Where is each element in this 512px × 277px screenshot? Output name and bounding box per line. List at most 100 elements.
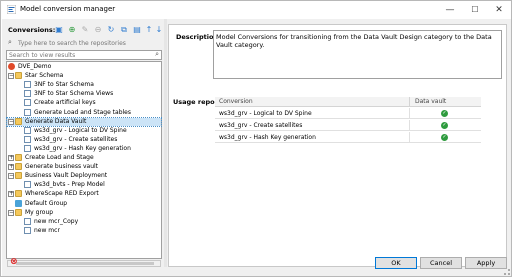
tree-item[interactable]: 3NF to Star Schema bbox=[7, 81, 161, 89]
document-icon bbox=[24, 108, 31, 116]
tree-item-label: DVE_Demo bbox=[18, 63, 52, 70]
tree-item-label: ws3d_grv - Logical to DV Spine bbox=[34, 126, 127, 134]
tree-item[interactable]: + Generate business vault bbox=[7, 163, 161, 171]
tree-item-label: new mcr_Copy bbox=[34, 217, 79, 225]
repository-search: ⌕ bbox=[6, 38, 162, 48]
document-icon bbox=[24, 144, 31, 152]
document-icon bbox=[24, 99, 31, 107]
tree-item-label: Generate Data Vault bbox=[25, 117, 87, 125]
error-icon[interactable]: ⊗ bbox=[10, 258, 19, 267]
collapse-icon[interactable]: − bbox=[8, 118, 14, 125]
tree-item[interactable]: new mcr_Copy bbox=[7, 217, 161, 226]
panel-splitter[interactable] bbox=[164, 19, 167, 267]
tree-item[interactable]: − Star Schema bbox=[7, 72, 161, 80]
tree-horizontal-scrollbar[interactable] bbox=[7, 260, 161, 267]
tree-item[interactable]: 3NF to Star Schema Views bbox=[7, 90, 161, 98]
new-icon[interactable]: ▣ bbox=[54, 25, 64, 35]
collapse-icon[interactable]: − bbox=[8, 173, 14, 180]
document-icon bbox=[24, 90, 31, 98]
conversion-tree: DVE_Demo − Star Schema 3NF to Star Schema 3N… bbox=[6, 61, 162, 259]
tree-item[interactable]: − Generate Data Vault bbox=[6, 116, 162, 127]
expand-icon[interactable]: + bbox=[8, 155, 14, 161]
model-conversion-manager-window: Model conversion manager — ☐ ✕ Conversio… bbox=[0, 0, 512, 277]
expand-icon[interactable]: + bbox=[8, 191, 14, 198]
edit-icon[interactable]: ✎ bbox=[80, 25, 90, 35]
column-header-data-vault[interactable]: Data vault bbox=[415, 98, 446, 105]
tree-item-label: ws3d_grv - Create satellites bbox=[34, 135, 118, 143]
document-icon bbox=[24, 135, 31, 143]
description-field[interactable]: Model Conversions for transitioning from… bbox=[213, 30, 502, 79]
tree-item[interactable]: + Create Load and Stage bbox=[7, 154, 161, 162]
table-row[interactable]: ws3d_grv - Create satellites ✓ bbox=[215, 120, 481, 131]
tree-item[interactable]: Generate Load and Stage tables bbox=[7, 108, 161, 117]
minimize-button[interactable]: — bbox=[437, 3, 463, 17]
results-search: ⌕ bbox=[6, 50, 162, 60]
check-icon: ✓ bbox=[441, 110, 448, 117]
tree-item[interactable]: ws3d_grv - Hash Key generation bbox=[7, 144, 161, 153]
document-icon bbox=[24, 181, 31, 189]
cancel-button[interactable]: Cancel bbox=[420, 257, 462, 269]
refresh-icon[interactable]: ↻ bbox=[106, 25, 116, 35]
dialog-body: Conversions: ▣ ⊕ ✎ ⊖ ↻ ⧉ ▤ ↑ ↓ ⌕ ⌕ DVE_D… bbox=[2, 19, 511, 276]
save-icon[interactable]: ▤ bbox=[132, 25, 142, 35]
tree-item[interactable]: − Business Vault Deployment bbox=[7, 172, 161, 180]
document-icon bbox=[24, 217, 31, 225]
tree-item-label: ws3d_grv - Hash Key generation bbox=[34, 144, 131, 152]
scrollbar-thumb[interactable] bbox=[16, 262, 154, 265]
collapse-icon[interactable]: − bbox=[8, 209, 14, 216]
apply-button[interactable]: Apply bbox=[465, 257, 507, 269]
tree-item-label: WhereScape RED Export bbox=[25, 190, 99, 198]
conversions-label: Conversions: bbox=[8, 26, 56, 34]
folder-icon bbox=[15, 190, 22, 198]
tree-item[interactable]: DVE_Demo bbox=[7, 63, 161, 71]
table-row[interactable]: ws3d_grv - Logical to DV Spine ✓ bbox=[215, 108, 481, 119]
add-icon[interactable]: ⊕ bbox=[67, 25, 77, 35]
group-icon bbox=[15, 199, 22, 207]
folder-icon bbox=[15, 208, 22, 216]
column-divider bbox=[409, 120, 410, 131]
table-row[interactable]: ws3d_grv - Hash Key generation ✓ bbox=[215, 132, 481, 143]
tree-item[interactable]: Default Group bbox=[7, 199, 161, 208]
close-button[interactable]: ✕ bbox=[486, 3, 512, 17]
repository-icon bbox=[8, 63, 15, 70]
tree-item[interactable]: new mcr bbox=[7, 226, 161, 235]
window-title: Model conversion manager bbox=[20, 5, 116, 13]
tree-item-label: Generate business vault bbox=[25, 163, 99, 171]
document-icon bbox=[24, 126, 31, 134]
tree-item-label: Create Load and Stage bbox=[25, 154, 94, 161]
document-icon bbox=[24, 81, 31, 89]
tree-item[interactable]: − My group bbox=[7, 208, 161, 217]
repository-search-input[interactable] bbox=[18, 38, 158, 48]
tree-item-label: Default Group bbox=[25, 199, 68, 207]
resize-grip[interactable] bbox=[504, 269, 510, 275]
tree-item[interactable]: ws3d_bvts - Prep Model bbox=[7, 181, 161, 189]
delete-icon[interactable]: ⊖ bbox=[93, 25, 103, 35]
tree-item[interactable]: ws3d_grv - Logical to DV Spine bbox=[7, 126, 161, 135]
column-header-conversion[interactable]: Conversion bbox=[219, 98, 253, 105]
search-icon[interactable]: ⌕ bbox=[155, 50, 159, 59]
column-divider bbox=[409, 97, 410, 107]
table-header: Conversion Data vault bbox=[215, 97, 481, 107]
folder-icon bbox=[15, 172, 22, 180]
tree-item-label: Business Vault Deployment bbox=[25, 172, 108, 180]
maximize-button[interactable]: ☐ bbox=[462, 3, 488, 17]
app-icon bbox=[7, 5, 16, 14]
conversion-cell: ws3d_grv - Logical to DV Spine bbox=[219, 110, 312, 117]
column-divider bbox=[409, 108, 410, 119]
details-panel: Description: Model Conversions for trans… bbox=[168, 24, 507, 267]
move-up-icon[interactable]: ↑ bbox=[144, 25, 154, 35]
tree-item[interactable]: + WhereScape RED Export bbox=[7, 190, 161, 198]
duplicate-icon[interactable]: ⧉ bbox=[119, 25, 129, 35]
expand-icon[interactable]: + bbox=[8, 164, 14, 171]
results-search-input[interactable] bbox=[9, 51, 139, 59]
check-icon: ✓ bbox=[441, 122, 448, 129]
tree-item[interactable]: Create artificial keys bbox=[7, 99, 161, 107]
collapse-icon[interactable]: − bbox=[8, 73, 14, 80]
ok-button[interactable]: OK bbox=[375, 257, 417, 269]
tree-item[interactable]: ws3d_grv - Create satellites bbox=[7, 135, 161, 144]
title-bar[interactable]: Model conversion manager — ☐ ✕ bbox=[1, 1, 511, 19]
tree-item-label: new mcr bbox=[34, 226, 60, 234]
column-divider bbox=[409, 132, 410, 143]
folder-icon bbox=[15, 72, 22, 80]
move-down-icon[interactable]: ↓ bbox=[154, 25, 164, 35]
